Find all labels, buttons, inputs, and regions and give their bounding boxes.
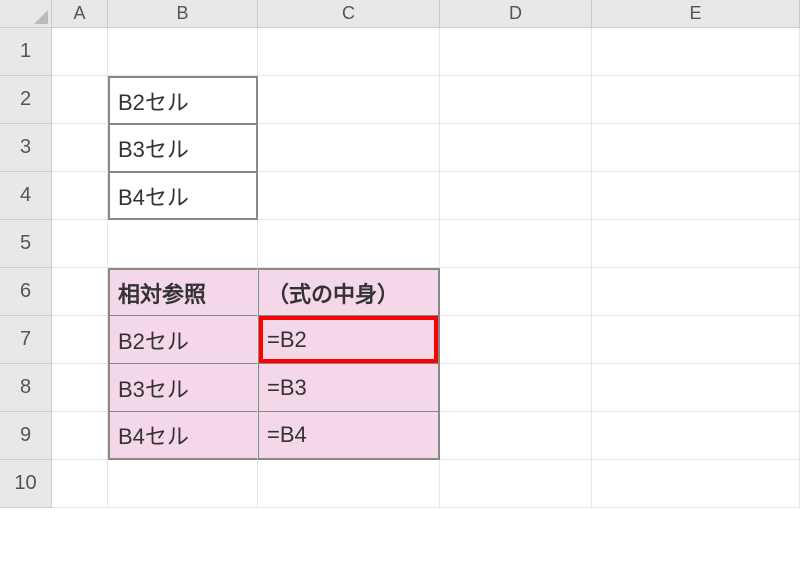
row-header-10[interactable]: 10: [0, 460, 52, 508]
cell-A6[interactable]: [52, 268, 108, 316]
cell-E5[interactable]: [592, 220, 800, 268]
cell-E10[interactable]: [592, 460, 800, 508]
row-header-7[interactable]: 7: [0, 316, 52, 364]
col-header-C[interactable]: C: [258, 0, 440, 28]
row-header-3[interactable]: 3: [0, 124, 52, 172]
cell-D4[interactable]: [440, 172, 592, 220]
spreadsheet-grid: A B C D E 1 2 B2セル 3 B3セル 4 B4セル 5 6 相対参…: [0, 0, 800, 508]
cell-C8[interactable]: =B3: [258, 364, 440, 412]
cell-B9[interactable]: B4セル: [108, 412, 258, 460]
cell-B1[interactable]: [108, 28, 258, 76]
cell-A7[interactable]: [52, 316, 108, 364]
col-header-B[interactable]: B: [108, 0, 258, 28]
cell-D8[interactable]: [440, 364, 592, 412]
cell-E4[interactable]: [592, 172, 800, 220]
cell-C7[interactable]: =B2: [258, 316, 440, 364]
select-all-corner[interactable]: [0, 0, 52, 28]
cell-C3[interactable]: [258, 124, 440, 172]
cell-E3[interactable]: [592, 124, 800, 172]
row-header-9[interactable]: 9: [0, 412, 52, 460]
cell-B7[interactable]: B2セル: [108, 316, 258, 364]
cell-A9[interactable]: [52, 412, 108, 460]
cell-E9[interactable]: [592, 412, 800, 460]
cell-E6[interactable]: [592, 268, 800, 316]
col-header-A[interactable]: A: [52, 0, 108, 28]
cell-A3[interactable]: [52, 124, 108, 172]
cell-A2[interactable]: [52, 76, 108, 124]
cell-E8[interactable]: [592, 364, 800, 412]
cell-C10[interactable]: [258, 460, 440, 508]
cell-B10[interactable]: [108, 460, 258, 508]
cell-D3[interactable]: [440, 124, 592, 172]
cell-E2[interactable]: [592, 76, 800, 124]
cell-D10[interactable]: [440, 460, 592, 508]
cell-A5[interactable]: [52, 220, 108, 268]
row-header-4[interactable]: 4: [0, 172, 52, 220]
cell-D2[interactable]: [440, 76, 592, 124]
cell-A4[interactable]: [52, 172, 108, 220]
cell-E1[interactable]: [592, 28, 800, 76]
cell-D1[interactable]: [440, 28, 592, 76]
cell-E7[interactable]: [592, 316, 800, 364]
cell-C2[interactable]: [258, 76, 440, 124]
cell-D7[interactable]: [440, 316, 592, 364]
cell-D9[interactable]: [440, 412, 592, 460]
cell-C5[interactable]: [258, 220, 440, 268]
cell-C1[interactable]: [258, 28, 440, 76]
cell-D5[interactable]: [440, 220, 592, 268]
row-header-2[interactable]: 2: [0, 76, 52, 124]
col-header-E[interactable]: E: [592, 0, 800, 28]
col-header-D[interactable]: D: [440, 0, 592, 28]
cell-A8[interactable]: [52, 364, 108, 412]
cell-B3[interactable]: B3セル: [108, 124, 258, 172]
row-header-5[interactable]: 5: [0, 220, 52, 268]
row-header-6[interactable]: 6: [0, 268, 52, 316]
cell-C9[interactable]: =B4: [258, 412, 440, 460]
cell-B2[interactable]: B2セル: [108, 76, 258, 124]
cell-C6[interactable]: （式の中身）: [258, 268, 440, 316]
cell-C4[interactable]: [258, 172, 440, 220]
cell-B4[interactable]: B4セル: [108, 172, 258, 220]
cell-B5[interactable]: [108, 220, 258, 268]
cell-B6[interactable]: 相対参照: [108, 268, 258, 316]
cell-B8[interactable]: B3セル: [108, 364, 258, 412]
row-header-8[interactable]: 8: [0, 364, 52, 412]
cell-D6[interactable]: [440, 268, 592, 316]
row-header-1[interactable]: 1: [0, 28, 52, 76]
cell-A10[interactable]: [52, 460, 108, 508]
cell-A1[interactable]: [52, 28, 108, 76]
